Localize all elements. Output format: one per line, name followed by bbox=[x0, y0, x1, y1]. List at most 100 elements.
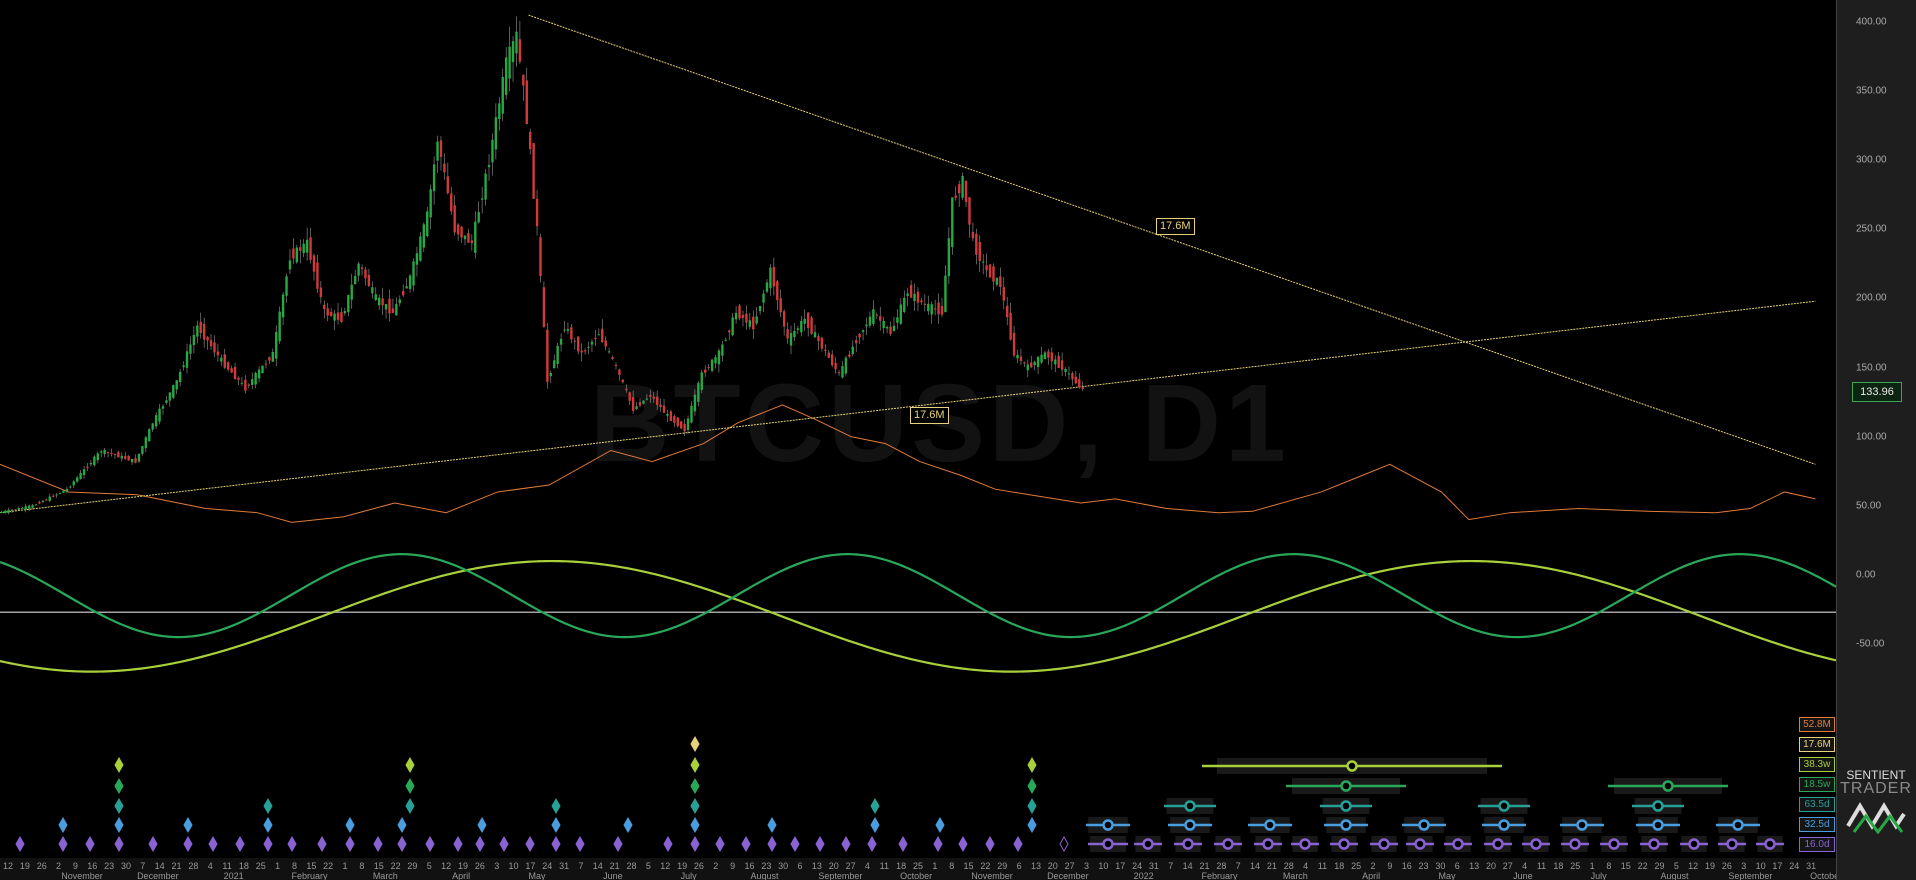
candle-body bbox=[1040, 354, 1043, 363]
x-day-label: 30 bbox=[1435, 861, 1445, 871]
cycle-diamond-16d bbox=[525, 835, 535, 853]
candle-body bbox=[899, 304, 903, 324]
cycle-diamond-32d bbox=[183, 816, 193, 834]
x-day-label: 2 bbox=[713, 861, 718, 871]
trough-marker-16.0d bbox=[1726, 838, 1738, 850]
cycle-diamond-16d bbox=[373, 835, 383, 853]
x-month-label: March bbox=[1283, 871, 1308, 880]
candle-body bbox=[206, 336, 209, 341]
candle-body bbox=[697, 382, 700, 402]
candle-body bbox=[1026, 364, 1030, 371]
candle-body bbox=[501, 77, 504, 114]
candle-body bbox=[51, 495, 55, 497]
candle-body bbox=[34, 504, 38, 506]
candle-body bbox=[844, 357, 848, 374]
candle-body bbox=[209, 340, 213, 347]
candle-body bbox=[734, 312, 738, 320]
candle-body bbox=[251, 379, 254, 385]
candle-body bbox=[254, 372, 257, 385]
candle-body bbox=[659, 404, 662, 408]
cycle-diamond-16d bbox=[58, 835, 68, 853]
candle-body bbox=[230, 368, 233, 373]
x-day-label: 8 bbox=[949, 861, 954, 871]
x-day-label: 24 bbox=[1789, 861, 1799, 871]
legend-item[interactable]: 32.5d bbox=[1799, 817, 1835, 832]
candle-body bbox=[916, 291, 920, 303]
candle-body bbox=[628, 392, 631, 401]
candle-body bbox=[144, 437, 148, 449]
x-month-label: November bbox=[61, 871, 103, 880]
y-tick-label: 400.00 bbox=[1856, 16, 1887, 28]
x-day-label: 25 bbox=[256, 861, 266, 871]
y-tick-label: 0.00 bbox=[1856, 569, 1876, 581]
x-day-label: 10 bbox=[1756, 861, 1766, 871]
x-day-label: 19 bbox=[458, 861, 468, 871]
candle-body bbox=[1047, 351, 1050, 358]
candle-body bbox=[381, 298, 384, 306]
candle-body bbox=[861, 330, 865, 332]
x-month-label: October bbox=[900, 871, 932, 880]
candle-body bbox=[776, 281, 779, 301]
x-day-label: 28 bbox=[627, 861, 637, 871]
candle-body bbox=[803, 318, 806, 324]
candle-body bbox=[652, 396, 655, 399]
cycle-diamond-32d bbox=[551, 816, 561, 834]
x-day-label: 22 bbox=[980, 861, 990, 871]
x-day-label: 27 bbox=[1065, 861, 1075, 871]
candle-body bbox=[906, 293, 909, 296]
legend-item[interactable]: 16.0d bbox=[1799, 837, 1835, 852]
x-month-label: July bbox=[1591, 871, 1608, 880]
candle-body bbox=[463, 235, 467, 240]
candle-body bbox=[48, 496, 51, 502]
legend-item[interactable]: 38.3w bbox=[1799, 757, 1835, 772]
legend-item[interactable]: 63.5d bbox=[1799, 797, 1835, 812]
x-day-label: 1 bbox=[1590, 861, 1595, 871]
candle-body bbox=[168, 392, 172, 401]
candle-body bbox=[82, 469, 86, 476]
legend-item[interactable]: 17.6M bbox=[1799, 737, 1835, 752]
cycle-diamond-63d bbox=[1027, 797, 1037, 815]
candle-body bbox=[487, 165, 491, 168]
candle-body bbox=[199, 321, 202, 334]
candle-body bbox=[343, 311, 347, 314]
candle-body bbox=[508, 46, 511, 79]
candle-body bbox=[202, 323, 206, 340]
x-day-label: 9 bbox=[73, 861, 78, 871]
x-day-label: 25 bbox=[913, 861, 923, 871]
trough-marker-32.5d bbox=[1652, 819, 1664, 831]
candle-body bbox=[583, 350, 587, 352]
candle-body bbox=[920, 300, 923, 303]
candle-body bbox=[480, 198, 484, 200]
candle-body bbox=[271, 351, 275, 362]
x-month-label: May bbox=[528, 871, 546, 880]
candle-body bbox=[429, 189, 432, 218]
cycle-diamond-18w bbox=[114, 777, 124, 795]
candle-body bbox=[755, 316, 758, 324]
cycle-diamond-16d bbox=[1013, 835, 1023, 853]
x-day-label: 16 bbox=[1402, 861, 1412, 871]
candle-body bbox=[710, 359, 714, 371]
x-day-label: 21 bbox=[172, 861, 182, 871]
candle-body bbox=[796, 328, 800, 330]
candle-body bbox=[817, 336, 820, 342]
price-chart[interactable]: 12 19 26 2 9 16 23 30 7 14 21 28 4 11 18 25 1 8 15 22 1 8 15 22… bbox=[0, 0, 1916, 880]
candle-body bbox=[741, 314, 745, 318]
x-day-label: 9 bbox=[730, 861, 735, 871]
x-axis-layer: 12 19 26 2 9 16 23 30 7 14 21 28 4 11 18 25 1 8 15 22 1 8 15 22… bbox=[0, 858, 1842, 880]
candle-body bbox=[281, 294, 285, 318]
x-day-label: 17 bbox=[525, 861, 535, 871]
x-day-label: 4 bbox=[1303, 861, 1308, 871]
legend-item[interactable]: 18.5w bbox=[1799, 777, 1835, 792]
legend-item[interactable]: 52.8M bbox=[1799, 717, 1835, 732]
candle-body bbox=[316, 262, 319, 289]
trough-marker-63.5d bbox=[1498, 800, 1510, 812]
x-day-label: 24 bbox=[542, 861, 552, 871]
candle-body bbox=[731, 317, 734, 336]
candle-body bbox=[288, 260, 292, 270]
candle-body bbox=[717, 350, 721, 365]
candle-body bbox=[220, 357, 223, 362]
candle-body bbox=[299, 247, 302, 251]
candle-body bbox=[24, 506, 27, 510]
candle-body bbox=[573, 340, 577, 342]
candle-body bbox=[436, 141, 439, 161]
